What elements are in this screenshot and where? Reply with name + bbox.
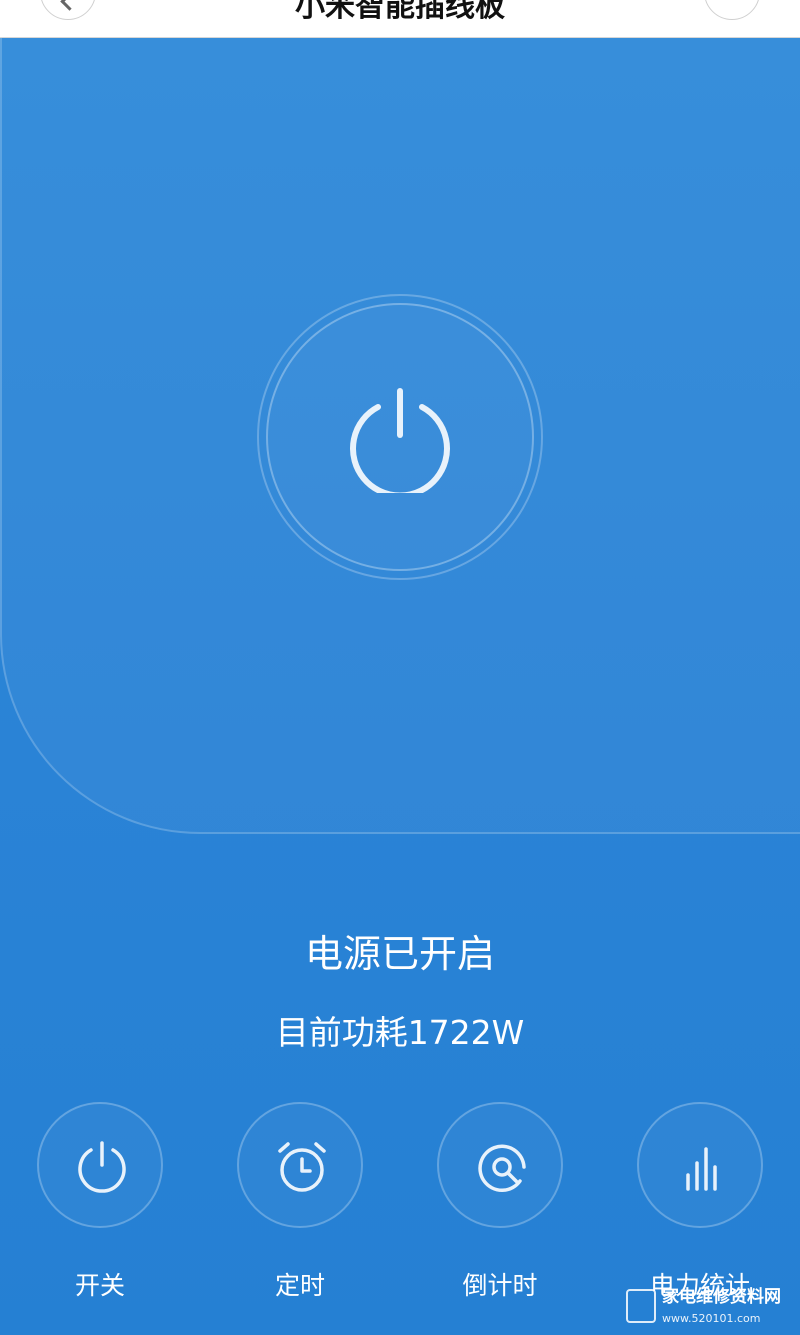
page-title: 小米智能插线板: [295, 0, 505, 24]
watermark-text: 家电维修资料网: [662, 1287, 781, 1307]
power-consumption-text: 目前功耗1722W: [275, 1013, 525, 1052]
timer-button[interactable]: [237, 1102, 363, 1228]
switch-button[interactable]: [37, 1102, 163, 1228]
timer-label: 定时: [274, 1271, 325, 1300]
watermark-url: www.520101.com: [662, 1312, 761, 1325]
watermark-logo-icon: [626, 1289, 656, 1323]
main-area: 电源已开启 目前功耗1722W 开关 定时 倒计时 电力统计 家电维修资料网 w…: [0, 38, 800, 1335]
alarm-clock-icon: [278, 1142, 326, 1192]
countdown-label: 倒计时: [462, 1271, 538, 1300]
action-switch[interactable]: 开关: [0, 1102, 200, 1335]
power-icon: [78, 1141, 126, 1193]
power-status-text: 电源已开启: [304, 932, 495, 976]
action-countdown[interactable]: 倒计时: [400, 1102, 600, 1335]
countdown-icon: [478, 1144, 526, 1192]
power-stats-button[interactable]: [637, 1102, 763, 1228]
top-bar: 小米智能插线板: [0, 0, 800, 38]
action-timer[interactable]: 定时: [200, 1102, 400, 1335]
power-icon: [350, 388, 450, 493]
switch-label: 开关: [74, 1271, 125, 1300]
watermark: 家电维修资料网 www.520101.com: [626, 1287, 794, 1327]
bar-chart-icon: [686, 1147, 717, 1191]
countdown-button[interactable]: [437, 1102, 563, 1228]
